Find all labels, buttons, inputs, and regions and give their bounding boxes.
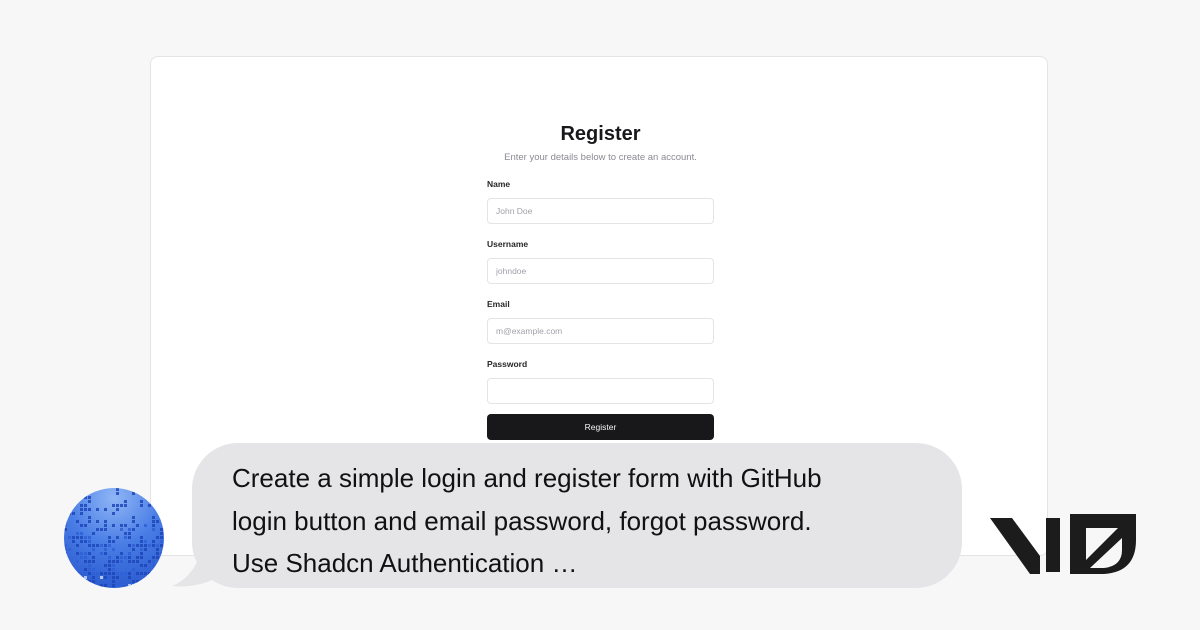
password-label: Password: [487, 359, 528, 369]
prompt-bubble: Create a simple login and register form …: [192, 443, 962, 588]
password-input[interactable]: [487, 378, 714, 404]
register-form: Register Enter your details below to cre…: [487, 119, 714, 440]
name-label: Name: [487, 179, 511, 189]
email-label: Email: [487, 299, 510, 309]
password-field-group: Password: [487, 358, 714, 404]
register-button[interactable]: Register: [487, 414, 714, 440]
og-image: Register Enter your details below to cre…: [0, 0, 1200, 630]
pixel-gradient-avatar-icon: [64, 488, 164, 588]
name-input[interactable]: [487, 198, 714, 224]
prompt-text: Create a simple login and register form …: [232, 463, 822, 578]
name-field-group: Name: [487, 178, 714, 224]
username-field-group: Username: [487, 238, 714, 284]
username-input[interactable]: [487, 258, 714, 284]
form-title: Register: [560, 123, 641, 145]
email-input[interactable]: [487, 318, 714, 344]
email-field-group: Email: [487, 298, 714, 344]
avatar-pixel-pattern: [64, 488, 163, 587]
form-subtitle: Enter your details below to create an ac…: [504, 152, 697, 163]
username-label: Username: [487, 239, 529, 249]
v0-logo-icon: [990, 514, 1136, 574]
